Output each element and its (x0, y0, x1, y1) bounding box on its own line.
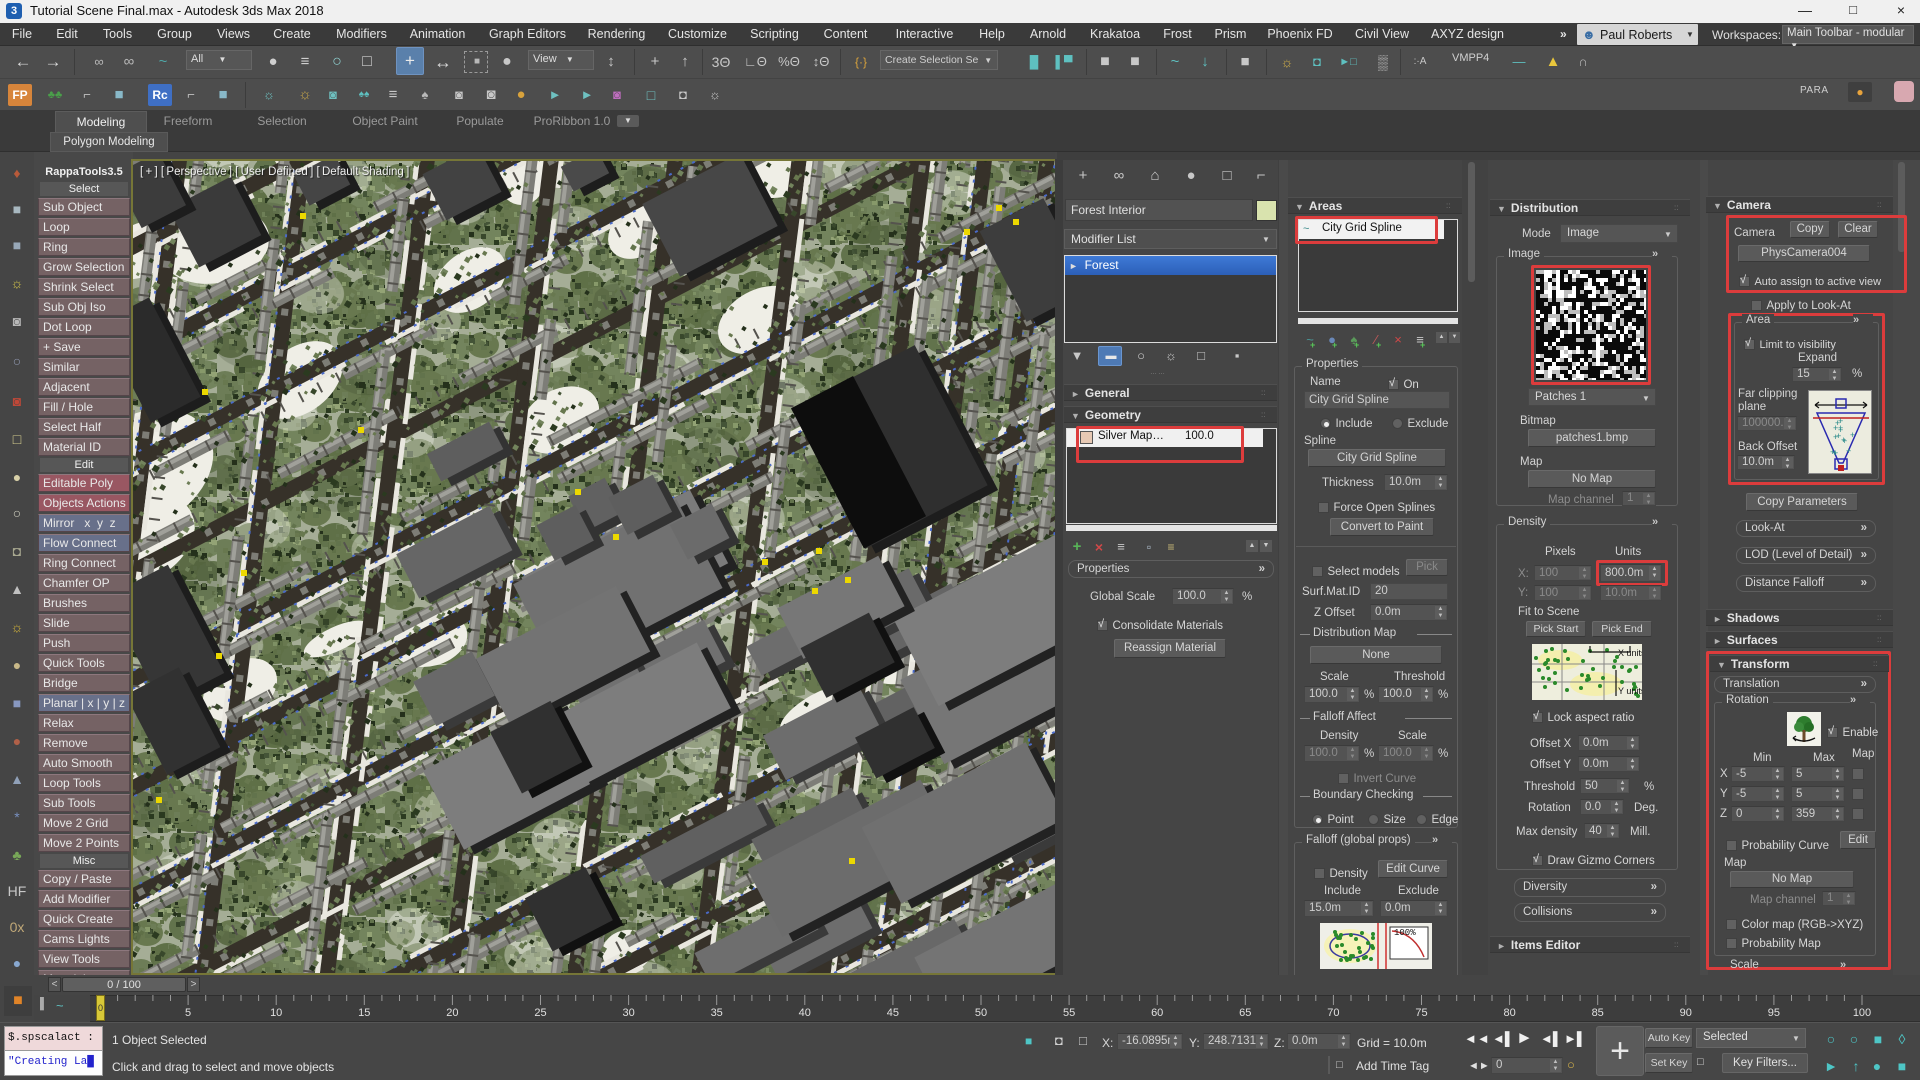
svg-text:20: 20 (446, 1007, 458, 1019)
svg-text:Y units: Y units (1618, 686, 1642, 696)
svg-text:+: + (1836, 431, 1841, 441)
svg-text:100%: 100% (1394, 928, 1416, 938)
svg-text:40: 40 (799, 1007, 811, 1019)
svg-text:75: 75 (1415, 1007, 1427, 1019)
svg-text:+: + (1846, 446, 1851, 456)
svg-text:+: + (1841, 435, 1846, 445)
svg-text:25: 25 (534, 1007, 546, 1019)
svg-text:15: 15 (358, 1007, 370, 1019)
svg-text:80: 80 (1503, 1007, 1515, 1019)
svg-text:70: 70 (1327, 1007, 1339, 1019)
svg-text:65: 65 (1239, 1007, 1251, 1019)
svg-text:60: 60 (1151, 1007, 1163, 1019)
svg-text:30: 30 (622, 1007, 634, 1019)
svg-text:90: 90 (1680, 1007, 1692, 1019)
svg-text:85: 85 (1592, 1007, 1604, 1019)
svg-text:50: 50 (975, 1007, 987, 1019)
svg-text:35: 35 (711, 1007, 723, 1019)
svg-text:+: + (1850, 430, 1855, 440)
svg-text:100: 100 (1853, 1007, 1871, 1019)
svg-text:5: 5 (185, 1007, 191, 1019)
svg-text:X units: X units (1618, 648, 1642, 658)
svg-text:45: 45 (887, 1007, 899, 1019)
svg-text:55: 55 (1063, 1007, 1075, 1019)
svg-text:+: + (1830, 447, 1835, 457)
svg-text:10: 10 (270, 1007, 282, 1019)
svg-text:95: 95 (1768, 1007, 1780, 1019)
